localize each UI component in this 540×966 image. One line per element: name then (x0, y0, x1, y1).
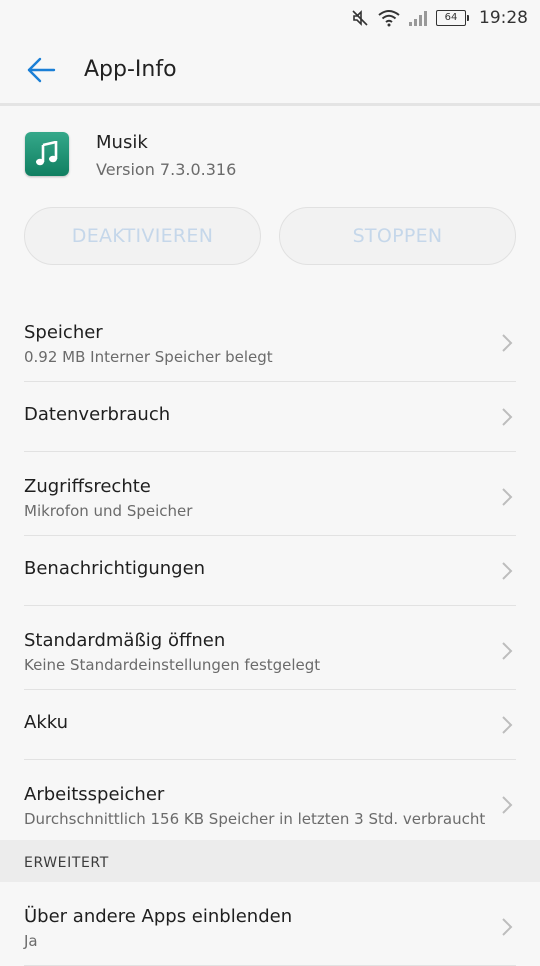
chevron-right-icon (500, 640, 514, 662)
list-item-memory[interactable]: Arbeitsspeicher Durchschnittlich 156 KB … (0, 760, 540, 840)
chevron-right-icon (500, 406, 514, 428)
list-item-subtitle: Ja (24, 932, 38, 950)
app-header: Musik Version 7.3.0.316 (0, 120, 540, 190)
list-item-subtitle: Mikrofon und Speicher (24, 502, 193, 520)
battery-icon: 64 (436, 10, 469, 26)
battery-level: 64 (436, 10, 466, 26)
list-item-open-by-default[interactable]: Standardmäßig öffnen Keine Standardeinst… (0, 606, 540, 690)
list-item-permissions[interactable]: Zugriffsrechte Mikrofon und Speicher (0, 452, 540, 536)
music-note-icon (25, 132, 69, 176)
list-item-data-usage[interactable]: Datenverbrauch (0, 382, 540, 452)
chevron-right-icon (500, 560, 514, 582)
page-title: App-Info (84, 57, 177, 82)
section-header-advanced: ERWEITERT (0, 840, 540, 882)
wifi-icon (378, 9, 400, 27)
list-item-title: Über andere Apps einblenden (24, 906, 293, 927)
chevron-right-icon (500, 486, 514, 508)
app-bar: App-Info (0, 36, 540, 106)
back-arrow-icon (27, 57, 56, 82)
app-version: Version 7.3.0.316 (96, 160, 237, 179)
list-item-title: Benachrichtigungen (24, 558, 206, 579)
disable-button[interactable]: DEAKTIVIEREN (24, 207, 261, 265)
stop-button[interactable]: STOPPEN (279, 207, 516, 265)
mute-icon (350, 8, 370, 28)
list-item-subtitle: 0.92 MB Interner Speicher belegt (24, 348, 273, 366)
list-item-title: Akku (24, 712, 69, 733)
section-header-label: ERWEITERT (24, 855, 109, 871)
status-bar: 64 19:28 (0, 0, 540, 36)
status-time: 19:28 (479, 8, 528, 28)
list-item-title: Standardmäßig öffnen (24, 630, 226, 651)
list-item-draw-over-apps[interactable]: Über andere Apps einblenden Ja (0, 882, 540, 966)
app-name: Musik (96, 132, 148, 153)
list-item-title: Arbeitsspeicher (24, 784, 165, 805)
back-button[interactable] (24, 53, 58, 87)
list-item-storage[interactable]: Speicher 0.92 MB Interner Speicher beleg… (0, 298, 540, 382)
list-item-subtitle: Keine Standardeinstellungen festgelegt (24, 656, 321, 674)
list-item-subtitle: Durchschnittlich 156 KB Speicher in letz… (24, 810, 486, 828)
list-item-title: Datenverbrauch (24, 404, 171, 425)
chevron-right-icon (500, 332, 514, 354)
chevron-right-icon (500, 794, 514, 816)
chevron-right-icon (500, 714, 514, 736)
list-item-battery[interactable]: Akku (0, 690, 540, 760)
list-item-title: Zugriffsrechte (24, 476, 151, 497)
list-item-notifications[interactable]: Benachrichtigungen (0, 536, 540, 606)
list-item-title: Speicher (24, 322, 103, 343)
chevron-right-icon (500, 916, 514, 938)
settings-list: Speicher 0.92 MB Interner Speicher beleg… (0, 298, 540, 966)
signal-icon (408, 9, 428, 27)
